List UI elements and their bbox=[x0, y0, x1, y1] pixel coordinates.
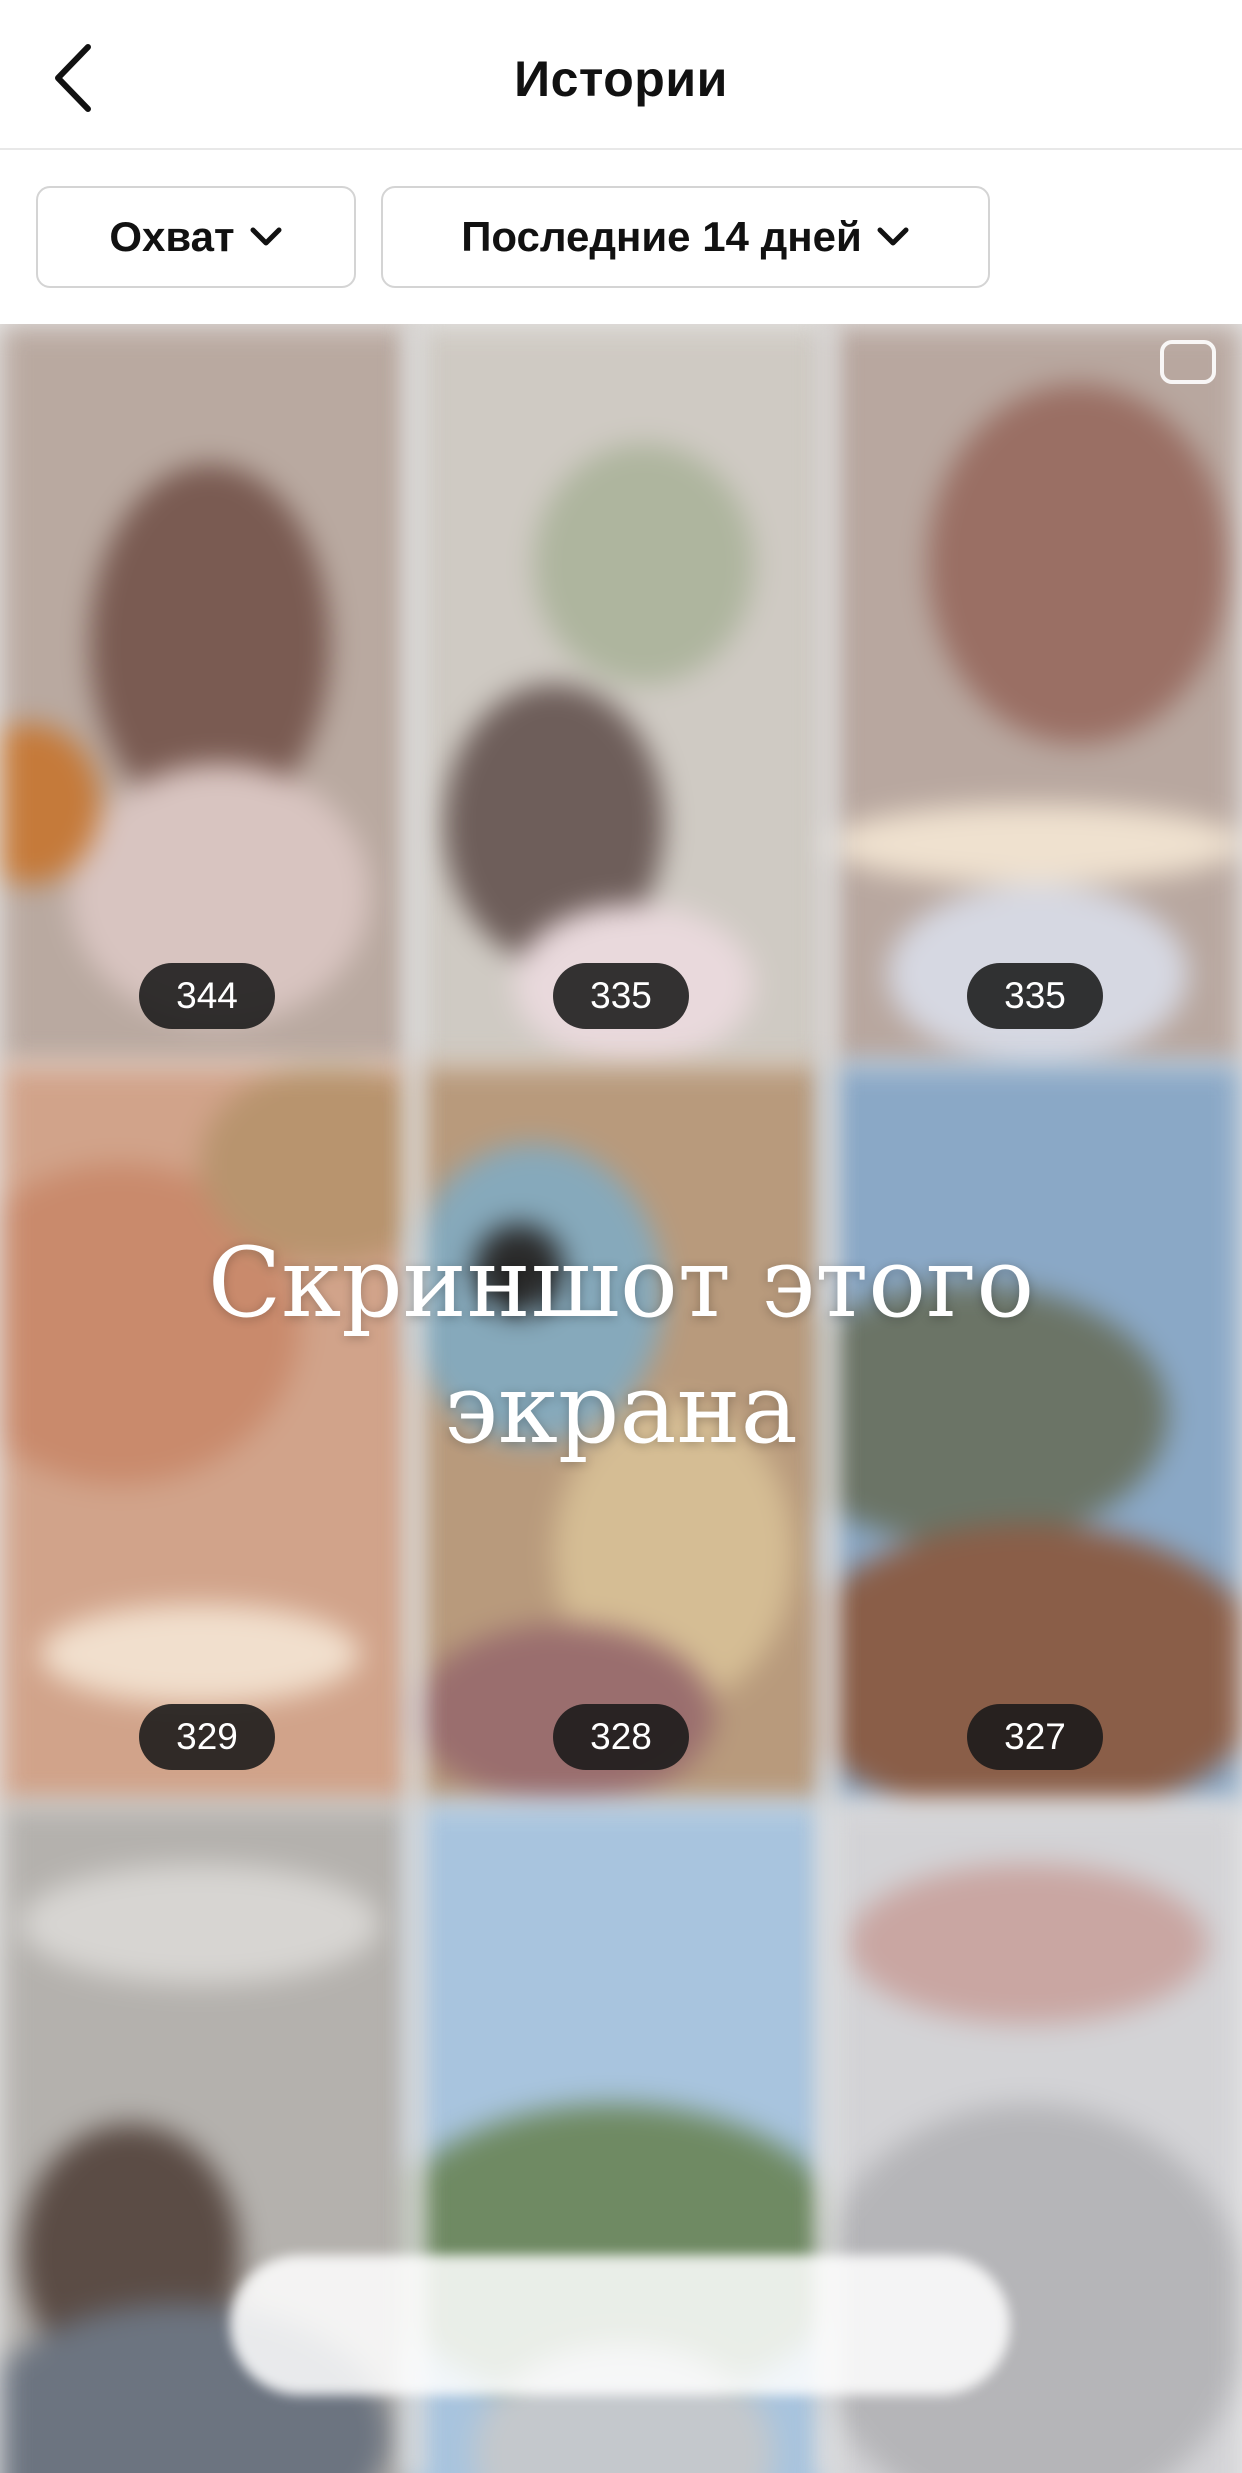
period-filter-button[interactable]: Последние 14 дней bbox=[381, 186, 990, 288]
story-reach-badge: 335 bbox=[553, 963, 689, 1029]
period-filter-label: Последние 14 дней bbox=[461, 213, 862, 260]
story-reach-badge: 329 bbox=[139, 1704, 275, 1770]
top-bar: Истории bbox=[0, 0, 1242, 150]
story-reach-badge: 335 bbox=[967, 963, 1103, 1029]
blurred-caption bbox=[230, 2255, 1010, 2395]
metric-filter-button[interactable]: Охват bbox=[36, 186, 356, 288]
story-thumbnail[interactable] bbox=[828, 324, 1242, 1064]
story-reach-badge: 328 bbox=[553, 1704, 689, 1770]
camera-icon bbox=[1160, 340, 1216, 384]
story-reach-badge: 344 bbox=[139, 963, 275, 1029]
watermark-line-1: Скриншот этого bbox=[207, 1227, 1035, 1339]
story-reach-badge: 327 bbox=[967, 1704, 1103, 1770]
story-thumbnail[interactable] bbox=[0, 324, 414, 1064]
chevron-down-icon bbox=[250, 227, 282, 246]
watermark-line-2: экрана bbox=[444, 1353, 798, 1465]
screenshot-watermark: Скриншот этого экрана bbox=[0, 1220, 1242, 1472]
chevron-down-icon bbox=[877, 227, 909, 246]
story-thumbnail[interactable] bbox=[414, 324, 828, 1064]
page-title: Истории bbox=[514, 51, 728, 107]
filter-bar: Охват Последние 14 дней bbox=[0, 150, 1242, 324]
metric-filter-label: Охват bbox=[109, 213, 235, 260]
